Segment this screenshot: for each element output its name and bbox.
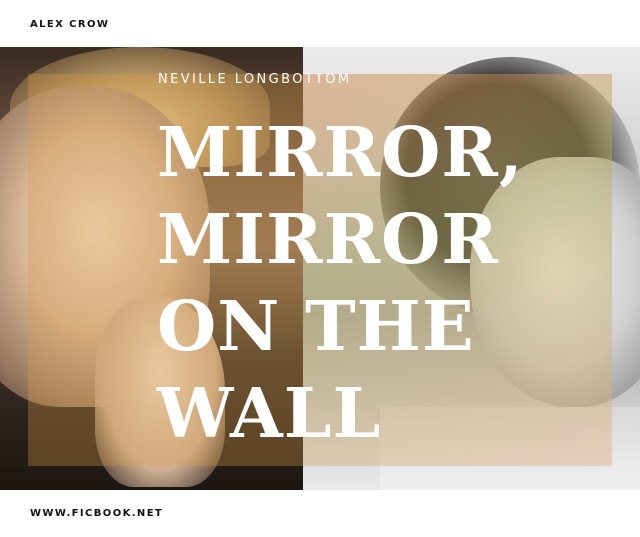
website-url: WWW.FICBOOK.NET [30, 508, 164, 519]
title-line-3: ON THE [157, 287, 475, 367]
title-line-2: MIRROR [157, 200, 499, 280]
author-name: ALEX CROW [30, 19, 110, 30]
title-line-4: WALL [157, 374, 382, 454]
subtitle-character: NEVILLE LONGBOTTOM [158, 72, 352, 87]
title-line-1: MIRROR, [157, 113, 524, 193]
